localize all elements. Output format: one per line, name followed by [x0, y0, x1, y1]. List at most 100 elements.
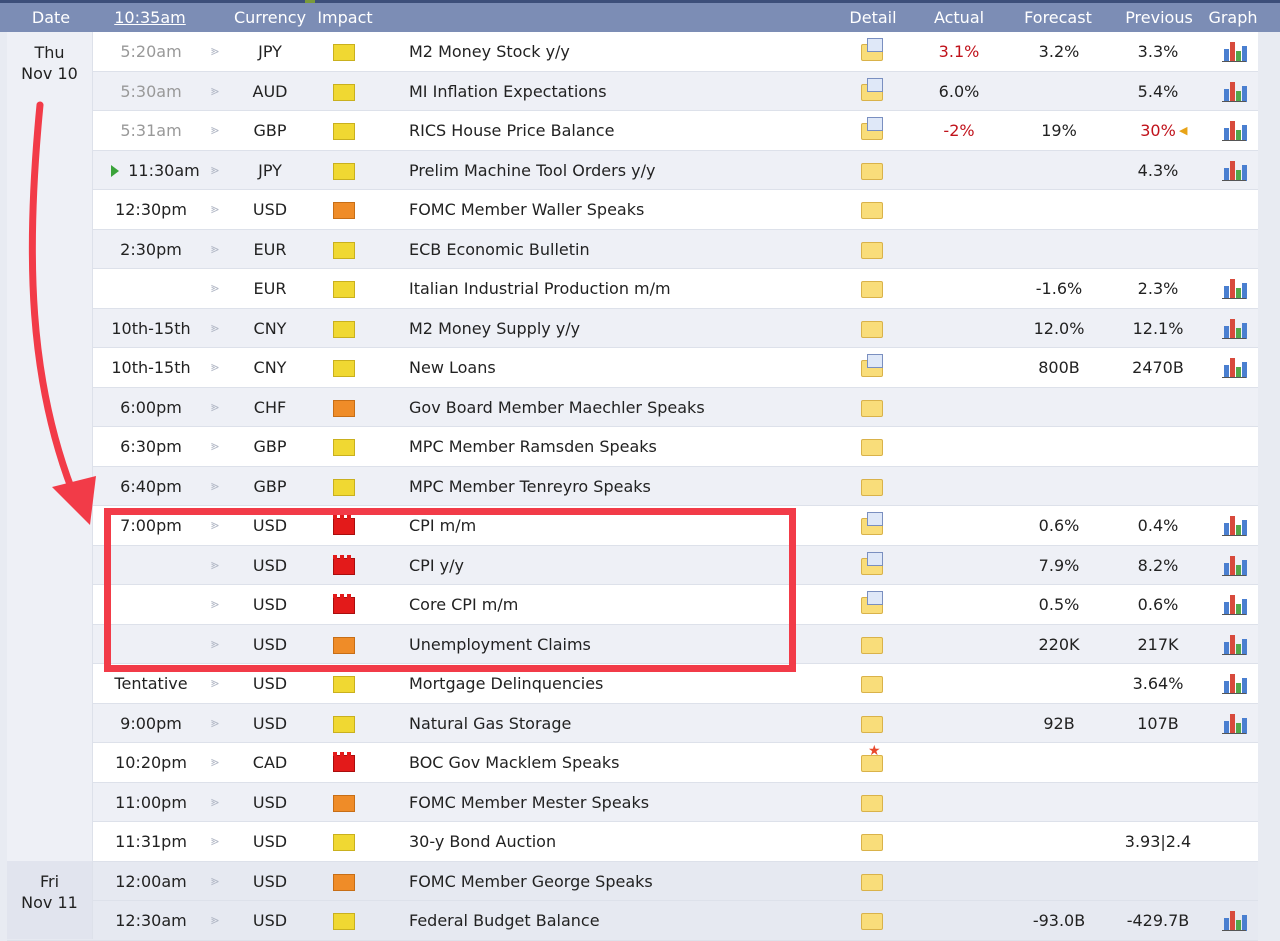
event-title[interactable]: RICS House Price Balance	[409, 111, 829, 150]
graph-cell[interactable]	[1219, 32, 1247, 71]
detail-folder-icon[interactable]	[861, 399, 883, 417]
bar-graph-icon[interactable]	[1222, 277, 1247, 299]
graph-cell[interactable]	[1219, 151, 1247, 190]
bar-graph-icon[interactable]	[1222, 80, 1247, 102]
event-title[interactable]: MI Inflation Expectations	[409, 72, 829, 111]
bar-graph-icon[interactable]	[1222, 712, 1247, 734]
header-detail[interactable]: Detail	[838, 3, 908, 32]
header-date[interactable]: Date	[14, 3, 88, 32]
event-row[interactable]: 6:30pm ⪢ GBP MPC Member Ramsden Speaks	[7, 427, 1258, 467]
detail-folder-icon[interactable]	[861, 551, 883, 575]
graph-cell[interactable]	[1219, 546, 1247, 585]
detail-cell[interactable]	[857, 901, 887, 940]
bar-graph-icon[interactable]	[1222, 356, 1247, 378]
sound-alert-icon[interactable]: ⪢	[205, 704, 225, 743]
sound-alert-icon[interactable]: ⪢	[205, 151, 225, 190]
event-title[interactable]: FOMC Member Waller Speaks	[409, 190, 829, 229]
detail-cell[interactable]	[857, 585, 887, 624]
header-graph[interactable]: Graph	[1206, 3, 1260, 32]
bar-graph-icon[interactable]	[1222, 514, 1247, 536]
sound-alert-icon[interactable]: ⪢	[205, 111, 225, 150]
bar-graph-icon[interactable]	[1222, 672, 1247, 694]
event-row[interactable]: 12:00am ⪢ USD FOMC Member George Speaks	[7, 861, 1258, 901]
sound-alert-icon[interactable]: ⪢	[205, 822, 225, 861]
graph-cell[interactable]	[1219, 72, 1247, 111]
sound-alert-icon[interactable]: ⪢	[205, 388, 225, 427]
sound-alert-icon[interactable]: ⪢	[205, 32, 225, 71]
detail-folder-icon[interactable]	[861, 202, 883, 219]
detail-folder-icon[interactable]	[861, 834, 883, 851]
graph-cell[interactable]	[1219, 704, 1247, 743]
bar-graph-icon[interactable]	[1222, 593, 1247, 615]
header-forecast[interactable]: Forecast	[1012, 3, 1104, 32]
sound-alert-icon[interactable]: ⪢	[205, 269, 225, 308]
event-title[interactable]: M2 Money Stock y/y	[409, 32, 829, 71]
sound-alert-icon[interactable]: ⪢	[205, 309, 225, 348]
graph-cell[interactable]	[1219, 309, 1247, 348]
detail-folder-icon[interactable]	[861, 38, 883, 61]
detail-folder-icon[interactable]	[861, 873, 883, 891]
detail-folder-icon[interactable]	[861, 478, 883, 496]
event-row[interactable]: 10th-15th ⪢ CNY M2 Money Supply y/y 12.0% 12.…	[7, 308, 1258, 348]
detail-folder-icon[interactable]	[861, 162, 883, 180]
event-row[interactable]: 5:31am ⪢ GBP RICS House Price Balance -2% 19%…	[7, 111, 1258, 151]
detail-cell[interactable]	[857, 664, 887, 703]
header-actual[interactable]: Actual	[916, 3, 1002, 32]
event-title[interactable]: Italian Industrial Production m/m	[409, 269, 829, 308]
detail-folder-icon[interactable]	[861, 636, 883, 654]
sound-alert-icon[interactable]: ⪢	[205, 230, 225, 269]
detail-cell[interactable]	[857, 704, 887, 743]
sound-alert-icon[interactable]: ⪢	[205, 862, 225, 901]
event-row[interactable]: 11:31pm ⪢ USD 30-y Bond Auction 3.93|2.4	[7, 822, 1258, 862]
event-row[interactable]: 10th-15th ⪢ CNY New Loans 800B 2470B	[7, 348, 1258, 388]
event-title[interactable]: FOMC Member George Speaks	[409, 862, 829, 901]
detail-folder-icon[interactable]	[861, 117, 883, 140]
event-title[interactable]: MPC Member Ramsden Speaks	[409, 427, 829, 466]
event-title[interactable]: MPC Member Tenreyro Speaks	[409, 467, 829, 506]
detail-cell[interactable]	[857, 427, 887, 466]
detail-cell[interactable]	[857, 230, 887, 269]
bar-graph-icon[interactable]	[1222, 119, 1247, 141]
event-row[interactable]: 10:20pm ⪢ CAD BOC Gov Macklem Speaks	[7, 743, 1258, 783]
detail-folder-icon[interactable]	[861, 77, 883, 101]
detail-cell[interactable]	[857, 72, 887, 111]
header-impact[interactable]: Impact	[314, 3, 376, 32]
detail-cell[interactable]	[857, 467, 887, 506]
detail-cell[interactable]	[857, 625, 887, 664]
event-row[interactable]: 12:30pm ⪢ USD FOMC Member Waller Speaks	[7, 190, 1258, 230]
detail-cell[interactable]	[857, 743, 887, 782]
sound-alert-icon[interactable]: ⪢	[205, 427, 225, 466]
detail-folder-icon[interactable]	[861, 281, 883, 298]
event-title[interactable]: New Loans	[409, 348, 829, 387]
graph-cell[interactable]	[1219, 269, 1247, 308]
detail-cell[interactable]	[857, 151, 887, 190]
bar-graph-icon[interactable]	[1222, 554, 1247, 576]
event-title[interactable]: ECB Economic Bulletin	[409, 230, 829, 269]
sound-alert-icon[interactable]: ⪢	[205, 348, 225, 387]
detail-cell[interactable]	[857, 862, 887, 901]
detail-cell[interactable]	[857, 269, 887, 308]
sound-alert-icon[interactable]: ⪢	[205, 901, 225, 940]
detail-folder-icon[interactable]	[861, 512, 883, 535]
detail-folder-icon[interactable]	[861, 591, 883, 614]
event-row[interactable]: 5:30am ⪢ AUD MI Inflation Expectations 6.0% 5…	[7, 71, 1258, 111]
graph-cell[interactable]	[1219, 111, 1247, 150]
bar-graph-icon[interactable]	[1222, 909, 1247, 931]
sound-alert-icon[interactable]: ⪢	[205, 190, 225, 229]
graph-cell[interactable]	[1219, 348, 1247, 387]
event-row[interactable]: 12:30am ⪢ USD Federal Budget Balance -93.0B -…	[7, 901, 1258, 941]
detail-cell[interactable]	[857, 190, 887, 229]
event-title[interactable]: FOMC Member Mester Speaks	[409, 783, 829, 822]
detail-folder-icon[interactable]	[861, 439, 883, 456]
event-row[interactable]: 2:30pm ⪢ EUR ECB Economic Bulletin	[7, 229, 1258, 269]
event-row[interactable]: 6:00pm ⪢ CHF Gov Board Member Maechler Spea…	[7, 387, 1258, 427]
bar-graph-icon[interactable]	[1222, 317, 1247, 339]
sound-alert-icon[interactable]: ⪢	[205, 467, 225, 506]
event-title[interactable]: M2 Money Supply y/y	[409, 309, 829, 348]
detail-folder-icon[interactable]	[861, 241, 883, 259]
graph-cell[interactable]	[1219, 585, 1247, 624]
graph-cell[interactable]	[1219, 625, 1247, 664]
detail-folder-icon[interactable]	[861, 913, 883, 930]
event-row[interactable]: 11:00pm ⪢ USD FOMC Member Mester Speaks	[7, 782, 1258, 822]
event-row[interactable]: 11:30am ⪢ JPY Prelim Machine Tool Orders y/…	[7, 150, 1258, 190]
